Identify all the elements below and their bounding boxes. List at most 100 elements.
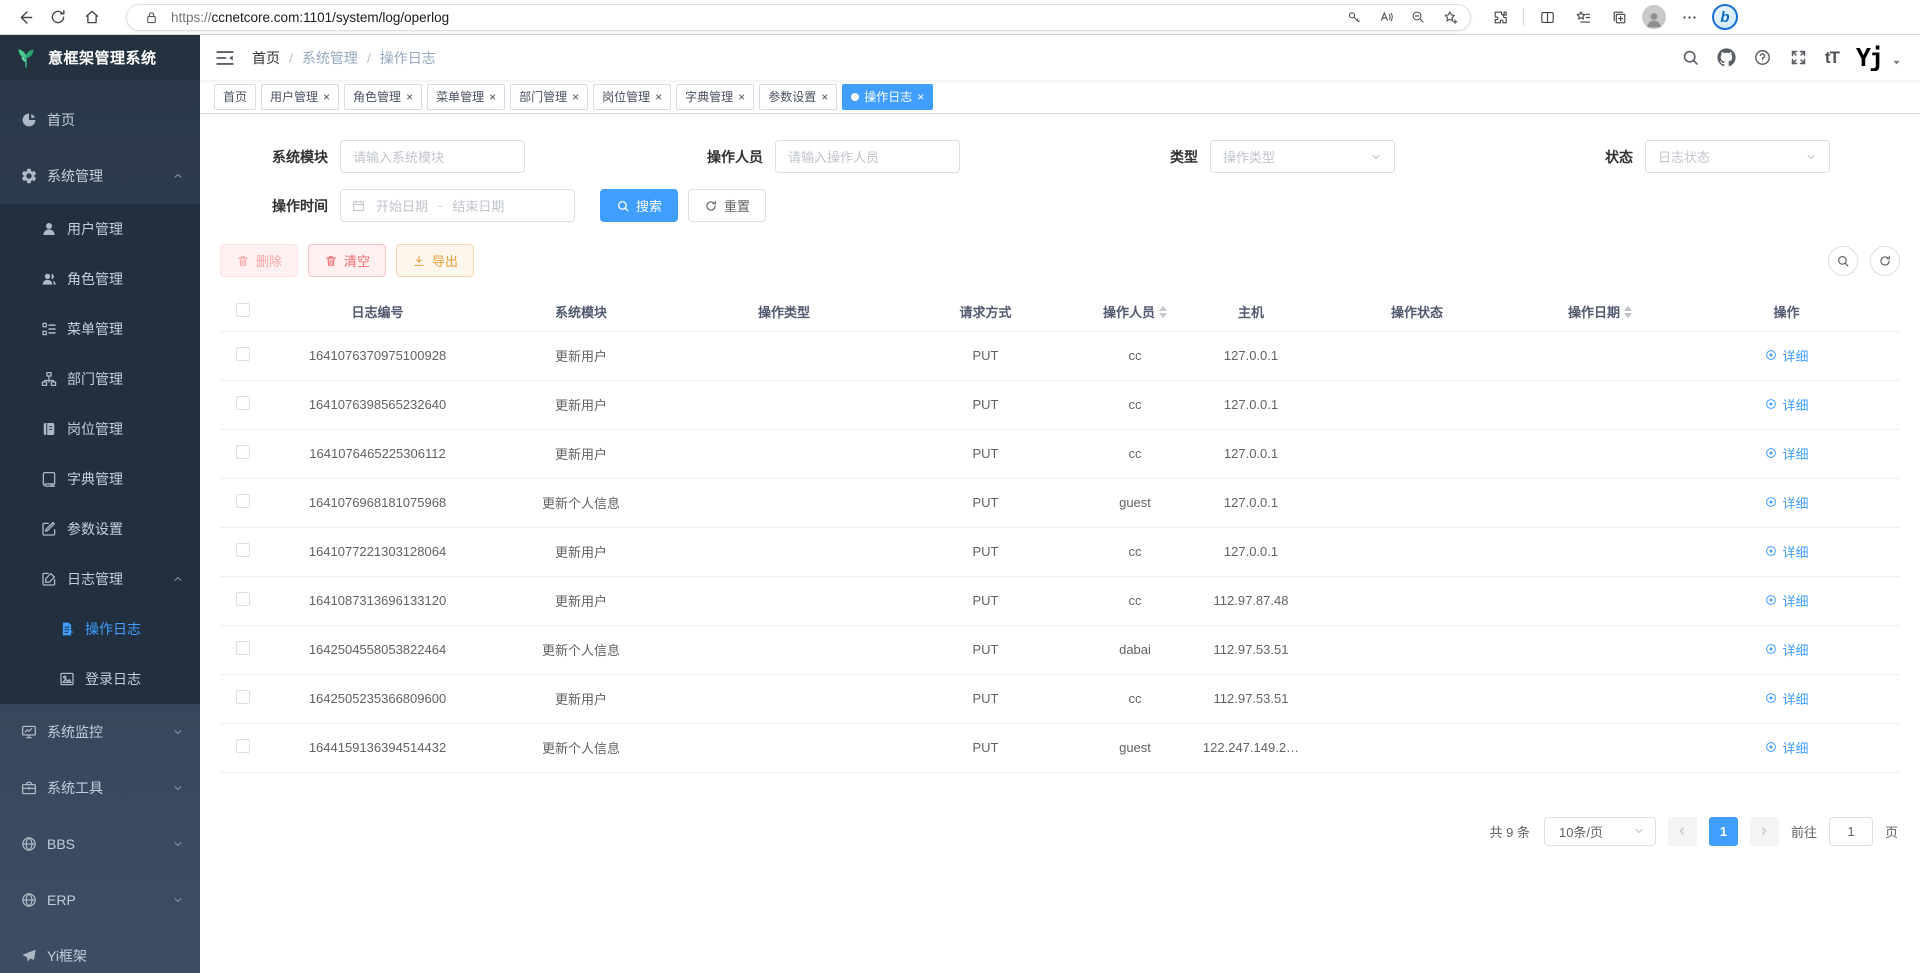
close-icon[interactable]: × [406, 91, 413, 103]
chevron-down-icon[interactable] [1891, 57, 1902, 68]
app-logo[interactable]: 意框架管理系统 [0, 35, 200, 80]
tab-dict-mgmt[interactable]: 字典管理× [676, 84, 754, 110]
sidebar-item-login-log[interactable]: 登录日志 [0, 654, 200, 704]
status-select[interactable]: 日志状态 [1645, 140, 1830, 173]
type-select[interactable]: 操作类型 [1210, 140, 1395, 173]
date-range-input[interactable]: 开始日期 - 结束日期 [340, 189, 575, 222]
collapse-sidebar-icon[interactable] [214, 47, 236, 69]
detail-link[interactable]: 详细 [1764, 689, 1808, 708]
detail-link[interactable]: 详细 [1764, 738, 1808, 757]
row-checkbox[interactable] [236, 739, 250, 753]
tab-dept-mgmt[interactable]: 部门管理× [510, 84, 588, 110]
profile-avatar[interactable] [1642, 5, 1666, 29]
tab-menu-mgmt[interactable]: 菜单管理× [427, 84, 505, 110]
close-icon[interactable]: × [917, 91, 924, 103]
row-checkbox[interactable] [236, 494, 250, 508]
delete-button[interactable]: 删除 [220, 244, 298, 277]
breadcrumb-home[interactable]: 首页 [252, 48, 280, 68]
home-icon[interactable] [78, 3, 106, 31]
tab-post-mgmt[interactable]: 岗位管理× [593, 84, 671, 110]
goto-page-input[interactable] [1829, 817, 1873, 846]
address-bar[interactable]: https://ccnetcore.com:1101/system/log/op… [126, 4, 1471, 31]
sidebar-item-system-mgmt[interactable]: 系统管理 [0, 148, 200, 204]
sidebar-item-role-mgmt[interactable]: 角色管理 [0, 254, 200, 304]
sidebar-item-menu-mgmt[interactable]: 菜单管理 [0, 304, 200, 354]
tab-home[interactable]: 首页 [214, 84, 256, 110]
row-checkbox[interactable] [236, 396, 250, 410]
clear-button[interactable]: 清空 [308, 244, 386, 277]
help-icon[interactable] [1753, 48, 1772, 67]
next-page-button[interactable] [1750, 817, 1779, 846]
detail-link[interactable]: 详细 [1764, 493, 1808, 512]
sidebar-item-oper-log[interactable]: 操作日志 [0, 604, 200, 654]
reset-button[interactable]: 重置 [688, 189, 766, 222]
sort-carets-icon[interactable] [1159, 306, 1167, 318]
close-icon[interactable]: × [572, 91, 579, 103]
detail-link[interactable]: 详细 [1764, 591, 1808, 610]
text-size-icon[interactable]: tT [1825, 48, 1839, 68]
collections-icon[interactable] [1606, 4, 1632, 30]
row-checkbox[interactable] [236, 641, 250, 655]
sidebar-item-dept-mgmt[interactable]: 部门管理 [0, 354, 200, 404]
sidebar-item-param-settings[interactable]: 参数设置 [0, 504, 200, 554]
github-icon[interactable] [1717, 48, 1736, 67]
refresh-table-button[interactable] [1870, 246, 1900, 276]
select-all-checkbox[interactable] [236, 303, 250, 317]
close-icon[interactable]: × [821, 91, 828, 103]
sort-carets-icon[interactable] [1624, 306, 1632, 318]
add-favorite-star-icon[interactable] [1438, 5, 1462, 29]
sidebar-item-system-tools[interactable]: 系统工具 [0, 760, 200, 816]
detail-link[interactable]: 详细 [1764, 542, 1808, 561]
tab-oper-log[interactable]: 操作日志× [842, 84, 933, 110]
more-menu-icon[interactable] [1676, 4, 1702, 30]
column-header-date[interactable]: 操作日期 [1527, 293, 1673, 331]
prev-page-button[interactable] [1668, 817, 1697, 846]
sidebar-item-system-monitor[interactable]: 系统监控 [0, 704, 200, 760]
sidebar-item-bbs[interactable]: BBS [0, 816, 200, 872]
row-checkbox[interactable] [236, 445, 250, 459]
sidebar-item-yi-framework[interactable]: Yi框架 [0, 928, 200, 973]
tab-role-mgmt[interactable]: 角色管理× [344, 84, 422, 110]
favorites-icon[interactable] [1570, 4, 1596, 30]
close-icon[interactable]: × [489, 91, 496, 103]
search-icon[interactable] [1681, 48, 1700, 67]
toggle-search-button[interactable] [1828, 246, 1858, 276]
back-icon[interactable] [10, 3, 38, 31]
user-logo[interactable]: Yj [1856, 43, 1882, 72]
tab-param-settings[interactable]: 参数设置× [759, 84, 837, 110]
row-checkbox[interactable] [236, 543, 250, 557]
fullscreen-icon[interactable] [1789, 48, 1808, 67]
password-key-icon[interactable] [1342, 5, 1366, 29]
refresh-icon[interactable] [44, 3, 72, 31]
zoom-out-icon[interactable] [1406, 5, 1430, 29]
tab-user-mgmt[interactable]: 用户管理× [261, 84, 339, 110]
export-button[interactable]: 导出 [396, 244, 474, 277]
detail-link[interactable]: 详细 [1764, 346, 1808, 365]
detail-link[interactable]: 详细 [1764, 640, 1808, 659]
read-aloud-icon[interactable] [1374, 5, 1398, 29]
split-screen-icon[interactable] [1534, 4, 1560, 30]
detail-link[interactable]: 详细 [1764, 444, 1808, 463]
row-checkbox[interactable] [236, 347, 250, 361]
sidebar-item-log-mgmt[interactable]: 日志管理 [0, 554, 200, 604]
page-size-select[interactable]: 10条/页 [1544, 817, 1656, 846]
current-page-button[interactable]: 1 [1709, 817, 1738, 846]
module-input[interactable]: 请输入系统模块 [340, 140, 525, 173]
sidebar-item-post-mgmt[interactable]: 岗位管理 [0, 404, 200, 454]
row-checkbox[interactable] [236, 690, 250, 704]
detail-link[interactable]: 详细 [1764, 395, 1808, 414]
search-button[interactable]: 搜索 [600, 189, 678, 222]
close-icon[interactable]: × [738, 91, 745, 103]
extensions-icon[interactable] [1487, 4, 1513, 30]
sidebar-item-dict-mgmt[interactable]: 字典管理 [0, 454, 200, 504]
sidebar-item-home[interactable]: 首页 [0, 92, 200, 148]
sidebar-item-erp[interactable]: ERP [0, 872, 200, 928]
close-icon[interactable]: × [655, 91, 662, 103]
bing-chat-icon[interactable]: b [1712, 4, 1738, 30]
close-icon[interactable]: × [323, 91, 330, 103]
topbar-actions: tT Yj [1681, 43, 1902, 72]
column-header-operator[interactable]: 操作人员 [1075, 293, 1195, 331]
row-checkbox[interactable] [236, 592, 250, 606]
sidebar-item-user-mgmt[interactable]: 用户管理 [0, 204, 200, 254]
operator-input[interactable]: 请输入操作人员 [775, 140, 960, 173]
